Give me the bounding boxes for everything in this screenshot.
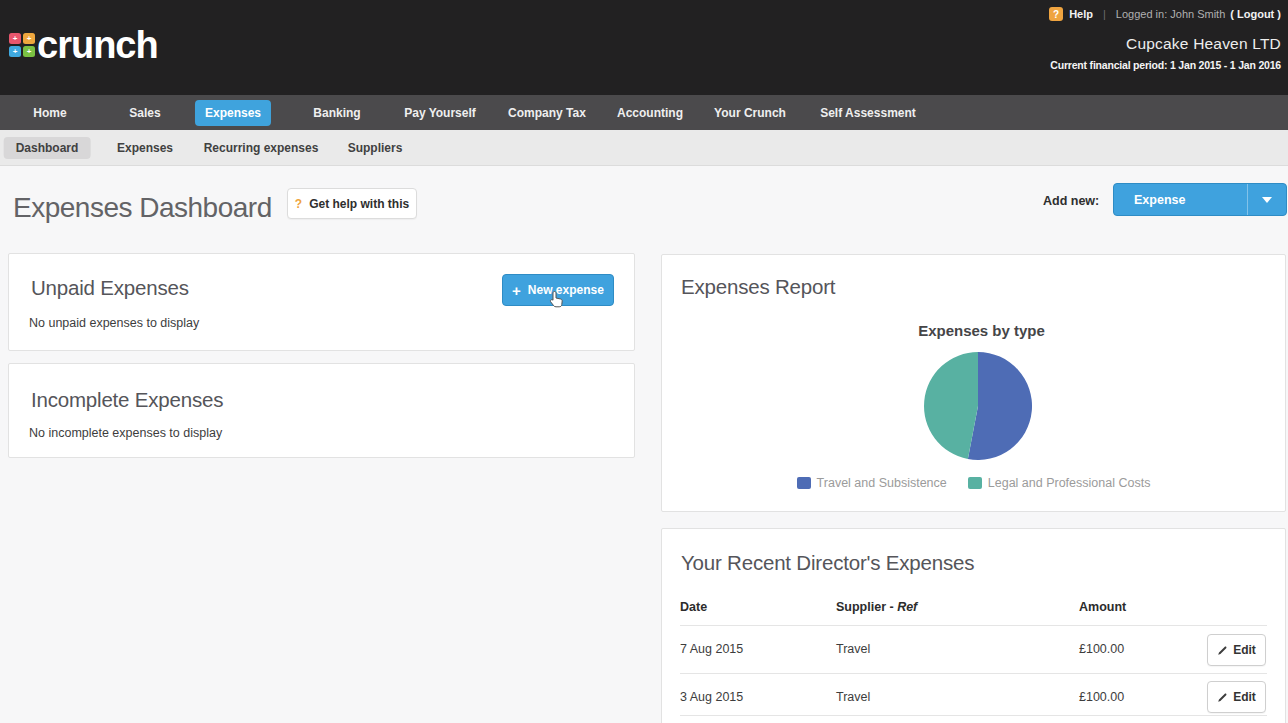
logged-in-text: Logged in: John Smith [1116,8,1225,20]
logo-square-blue: + [9,46,21,57]
edit-button[interactable]: Edit [1207,681,1266,713]
mouse-cursor [549,290,565,308]
chart-legend: Travel and Subsistence Legal and Profess… [662,476,1285,490]
company-name: Cupcake Heaven LTD [1126,35,1281,53]
legend-swatch-travel [797,477,811,489]
logout-link[interactable]: ( Logout ) [1230,8,1281,20]
logo-wordmark: crunch [37,26,158,64]
expenses-dashboard-page: + + + + crunch ? Help | Logged in: John … [0,0,1288,723]
add-new-label: Add new: [1043,194,1099,208]
page-title: Expenses Dashboard [13,192,272,224]
crunch-logo-icon: + + + + [9,33,35,57]
logo-square-orange: + [23,33,35,44]
subnav-recurring-expenses[interactable]: Recurring expenses [192,137,331,159]
nav-pay-yourself[interactable]: Pay Yourself [394,100,486,126]
sub-nav: Dashboard Expenses Recurring expenses Su… [0,130,1288,166]
crunch-logo[interactable]: + + + + crunch [9,26,158,64]
nav-sales[interactable]: Sales [119,100,170,126]
logo-square-green: + [23,46,35,57]
add-new-expense-dropdown[interactable]: Expense [1113,183,1287,216]
financial-period: Current financial period: 1 Jan 2015 - 1… [1050,59,1281,71]
legend-swatch-legal [968,477,982,489]
subnav-suppliers[interactable]: Suppliers [336,137,415,159]
help-link[interactable]: Help [1069,8,1093,20]
legend-item-legal: Legal and Professional Costs [968,476,1151,490]
subnav-expenses[interactable]: Expenses [105,137,185,159]
column-supplier-ref: Supplier - Ref [836,600,917,614]
legend-item-travel: Travel and Subsistence [797,476,947,490]
nav-self-assessment[interactable]: Self Assessment [810,100,926,126]
get-help-button[interactable]: ? Get help with this [287,188,417,219]
chart-title: Expenses by type [670,322,1288,339]
nav-company-tax[interactable]: Company Tax [498,100,596,126]
app-header: + + + + crunch ? Help | Logged in: John … [0,0,1288,95]
pie-chart [918,346,1038,466]
expenses-report-card: Expenses Report Expenses by type Travel … [661,254,1286,512]
help-icon[interactable]: ? [1049,7,1063,21]
unpaid-expenses-card: Unpaid Expenses + New expense No unpaid … [8,253,635,351]
edit-button[interactable]: Edit [1207,634,1266,666]
nav-banking[interactable]: Banking [303,100,370,126]
chevron-down-icon [1262,197,1272,203]
incomplete-expenses-card: Incomplete Expenses No incomplete expens… [8,363,635,458]
nav-expenses[interactable]: Expenses [195,100,271,126]
recent-expenses-title: Your Recent Director's Expenses [681,551,974,575]
main-nav: Home Sales Expenses Banking Pay Yourself… [0,95,1288,130]
header-separator: | [1103,8,1106,20]
question-icon: ? [295,197,302,211]
nav-home[interactable]: Home [23,100,76,126]
nav-accounting[interactable]: Accounting [607,100,693,126]
logo-square-red: + [9,33,21,44]
subnav-dashboard[interactable]: Dashboard [4,137,91,159]
nav-your-crunch[interactable]: Your Crunch [704,100,796,126]
unpaid-empty-message: No unpaid expenses to display [29,316,199,330]
pencil-icon [1217,645,1228,656]
expenses-report-title: Expenses Report [681,275,835,299]
pencil-icon [1217,692,1228,703]
recent-expenses-card: Your Recent Director's Expenses Date Sup… [661,528,1286,723]
column-date: Date [680,600,707,614]
plus-icon: + [512,282,521,299]
incomplete-empty-message: No incomplete expenses to display [29,426,222,440]
dropdown-caret-button[interactable] [1248,184,1286,215]
column-amount: Amount [1079,600,1126,614]
incomplete-expenses-title: Incomplete Expenses [31,388,223,412]
unpaid-expenses-title: Unpaid Expenses [31,276,189,300]
